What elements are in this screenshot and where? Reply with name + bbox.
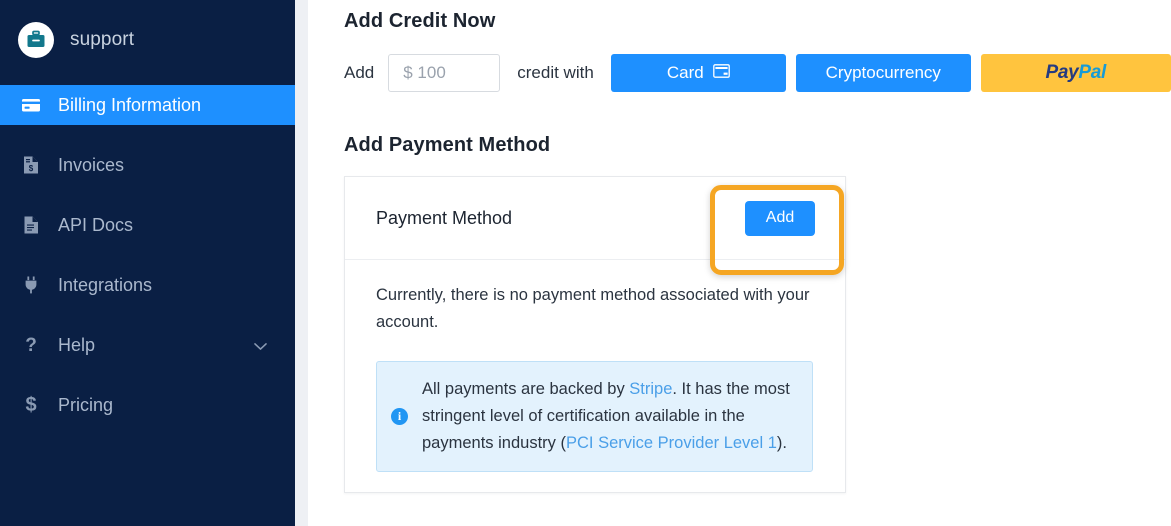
credit-card-icon bbox=[20, 95, 42, 115]
add-payment-method-add-button[interactable]: Add bbox=[745, 200, 815, 236]
briefcase-icon bbox=[18, 22, 54, 58]
credit-amount-value: $ 100 bbox=[403, 63, 446, 82]
paypal-logo: PayPal bbox=[1046, 62, 1107, 84]
no-payment-method-note: Currently, there is no payment method as… bbox=[376, 286, 810, 331]
info-icon: i bbox=[391, 408, 408, 426]
sidebar: support Billing Information $ Invoices A… bbox=[0, 0, 295, 526]
main-content: Add Credit Now Add $ 100 credit with Car… bbox=[308, 0, 1171, 526]
paypal-logo-pal: Pal bbox=[1078, 62, 1107, 83]
stripe-link[interactable]: Stripe bbox=[629, 380, 672, 398]
sidebar-item-label: Integrations bbox=[58, 275, 153, 295]
sidebar-item-invoices[interactable]: $ Invoices bbox=[0, 145, 295, 185]
brand[interactable]: support bbox=[0, 0, 295, 80]
sidebar-item-pricing[interactable]: $ Pricing bbox=[0, 385, 295, 425]
payment-method-header-label: Payment Method bbox=[376, 207, 513, 228]
stripe-info-text: All payments are backed by Stripe. It ha… bbox=[422, 376, 796, 456]
payment-method-card-body: Currently, there is no payment method as… bbox=[345, 260, 845, 492]
credit-with-label: credit with bbox=[517, 63, 594, 82]
paypal-logo-pay: Pay bbox=[1045, 62, 1079, 83]
pay-with-card-button[interactable]: Card bbox=[610, 54, 786, 92]
sidebar-item-help[interactable]: ? Help bbox=[0, 325, 295, 365]
document-icon bbox=[20, 215, 42, 235]
add-credit-add-label: Add bbox=[344, 63, 375, 82]
plug-icon bbox=[20, 275, 42, 295]
pay-with-paypal-button[interactable]: PayPal bbox=[980, 54, 1171, 92]
pay-with-cryptocurrency-button[interactable]: Cryptocurrency bbox=[795, 54, 971, 92]
sidebar-item-label: API Docs bbox=[58, 215, 134, 235]
svg-text:$: $ bbox=[29, 164, 34, 173]
invoice-document-icon: $ bbox=[20, 155, 42, 175]
sidebar-item-label: Help bbox=[58, 335, 96, 355]
sidebar-item-label: Invoices bbox=[58, 155, 125, 175]
sidebar-nav: Billing Information $ Invoices API Docs … bbox=[0, 85, 295, 425]
pay-with-card-label: Card bbox=[666, 63, 704, 82]
pci-service-provider-level-1-link[interactable]: PCI Service Provider Level 1 bbox=[566, 434, 777, 452]
sidebar-item-billing-information[interactable]: Billing Information bbox=[0, 85, 295, 125]
dollar-sign-icon: $ bbox=[25, 394, 37, 416]
sidebar-item-api-docs[interactable]: API Docs bbox=[0, 205, 295, 245]
payment-method-card-header: Payment Method Add bbox=[345, 177, 845, 260]
pay-with-cryptocurrency-label: Cryptocurrency bbox=[825, 63, 941, 82]
sidebar-item-label: Billing Information bbox=[58, 95, 202, 115]
add-credit-title: Add Credit Now bbox=[344, 10, 496, 32]
add-credit-row: Add $ 100 credit with Card Cryptocurrenc… bbox=[344, 54, 1171, 92]
stripe-info-text-1: All payments are backed by bbox=[422, 380, 630, 399]
stripe-info-box: i All payments are backed by Stripe. It … bbox=[376, 361, 813, 472]
sidebar-item-label: Pricing bbox=[58, 395, 114, 415]
question-mark-icon: ? bbox=[25, 334, 37, 356]
sidebar-item-integrations[interactable]: Integrations bbox=[0, 265, 295, 305]
add-payment-method-title: Add Payment Method bbox=[344, 134, 551, 156]
credit-amount-input[interactable]: $ 100 bbox=[388, 54, 501, 92]
stripe-info-text-3: ). bbox=[776, 433, 788, 452]
app-root: support Billing Information $ Invoices A… bbox=[0, 0, 1171, 526]
brand-name: support bbox=[70, 29, 135, 50]
sidebar-content-divider bbox=[295, 0, 308, 526]
credit-card-icon bbox=[712, 63, 730, 83]
payment-method-card: Payment Method Add Currently, there is n… bbox=[344, 176, 846, 493]
chevron-down-icon[interactable] bbox=[254, 335, 267, 356]
